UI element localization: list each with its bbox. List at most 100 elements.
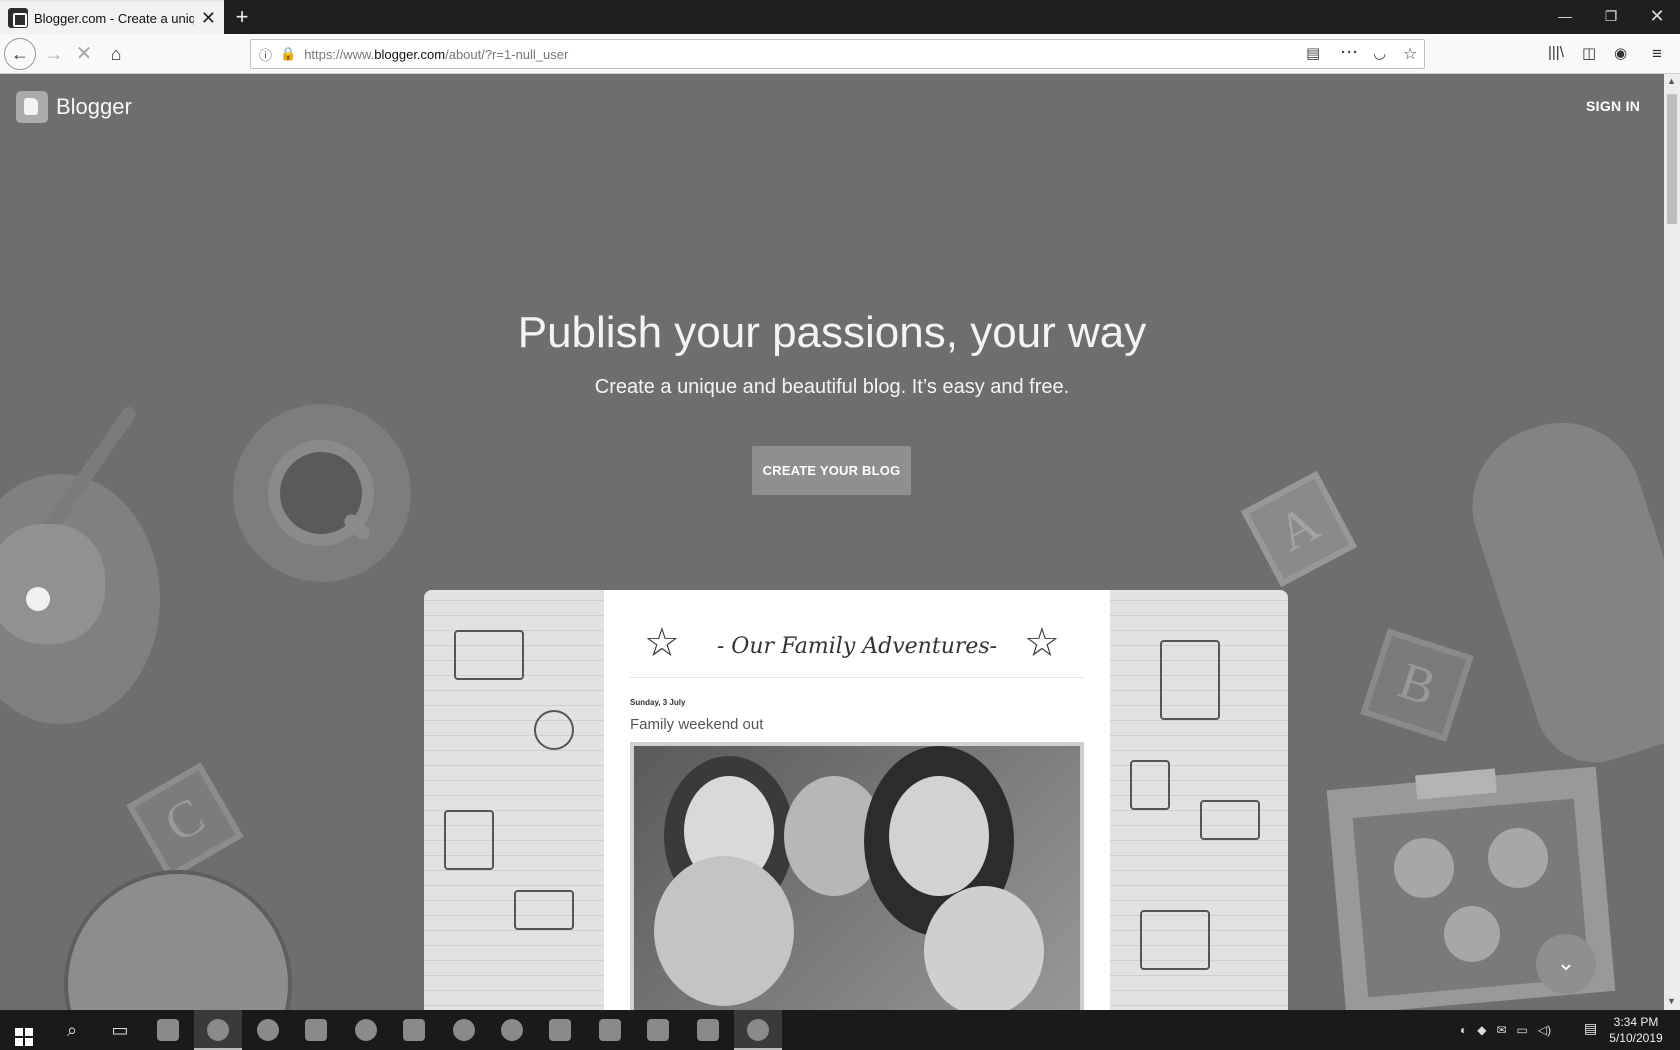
child-face [654, 856, 794, 1006]
page-scrollbar[interactable]: ▲ ▼ [1664, 74, 1680, 1010]
blogger-brand[interactable]: Blogger [16, 91, 132, 123]
scroll-up-arrow-icon[interactable]: ▲ [1667, 76, 1676, 86]
store-icon[interactable] [390, 1010, 438, 1050]
windows-taskbar: ⌕ ▭ ◐ ◆ ✉ ▭ ◁) ▤ 3:34 PM 5/10/2019 [0, 1010, 1680, 1050]
page-actions-icon[interactable]: ··· [1341, 44, 1359, 61]
firefox-icon[interactable] [244, 1010, 292, 1050]
blog-header: ☆ - Our Family Adventures- ☆ [630, 616, 1084, 678]
library-icon[interactable]: |||\ [1548, 44, 1564, 61]
account-icon[interactable]: ◉ [1614, 44, 1627, 62]
child-face [924, 886, 1044, 1010]
doodle-jar [1130, 760, 1170, 810]
visual-studio-icon[interactable] [634, 1010, 682, 1050]
pocket-icon[interactable]: ◡ [1373, 44, 1386, 62]
browser-navbar: ← → ✕ ⌂ ⓘ 🔒 https://www.blogger.com/abou… [0, 34, 1680, 74]
doodle-microwave [454, 630, 524, 680]
window-minimize-button[interactable]: — [1542, 0, 1588, 34]
address-bar[interactable]: ⓘ 🔒 https://www.blogger.com/about/?r=1-n… [250, 39, 1425, 69]
doodle-toaster [1200, 800, 1260, 840]
blog-title: - Our Family Adventures- [716, 634, 998, 659]
blog-page: ☆ - Our Family Adventures- ☆ Sunday, 3 J… [604, 590, 1110, 1010]
star-icon: ☆ [644, 621, 680, 665]
scroll-down-button[interactable]: ⌄ [1536, 934, 1596, 994]
back-button[interactable]: ← [4, 38, 36, 70]
tray-dropbox-icon[interactable]: ◆ [1477, 1023, 1486, 1037]
family-photo [630, 742, 1084, 1010]
sidebar-icon[interactable]: ◫ [1582, 44, 1596, 62]
firefox-active-icon[interactable] [734, 1010, 782, 1050]
tray-app-icon[interactable]: ◐ [1460, 1023, 1467, 1037]
hero-headline: Publish your passions, your way [517, 308, 1147, 357]
hero-subheading: Create a unique and beautiful blog. It’s… [594, 376, 1070, 398]
flower-decoration [0, 524, 105, 644]
tray-mail-icon[interactable]: ✉ [1496, 1023, 1506, 1037]
url-prefix: https://www. [304, 46, 375, 62]
doodle-pattern-left [424, 590, 604, 1010]
letter-block-c: C [126, 762, 244, 880]
stop-loading-button[interactable]: ✕ [68, 38, 100, 70]
pycharm-icon[interactable] [536, 1010, 584, 1050]
tab-close-icon[interactable]: ✕ [201, 9, 216, 27]
new-tab-button[interactable]: + [228, 3, 256, 31]
star-icon: ☆ [1024, 621, 1060, 665]
url-domain: blogger.com [374, 46, 446, 62]
create-your-blog-button[interactable]: CREATE YOUR BLOG [752, 446, 911, 495]
chrome-icon[interactable] [194, 1010, 242, 1050]
person-face [889, 776, 989, 896]
forward-button[interactable]: → [38, 38, 70, 70]
task-view-icon[interactable]: ▭ [96, 1010, 144, 1050]
family-face-decoration [1444, 906, 1500, 962]
tab-title: Blogger.com - Create a unique [34, 10, 194, 26]
reader-view-icon[interactable]: ▤ [1306, 44, 1320, 62]
file-explorer-icon[interactable] [144, 1010, 192, 1050]
post-title: Family weekend out [630, 716, 764, 733]
family-face-decoration [1394, 838, 1454, 898]
doodle-cloth [514, 890, 574, 930]
sign-in-link[interactable]: SIGN IN [1586, 98, 1640, 114]
settings-gear-icon[interactable] [440, 1010, 488, 1050]
letter-block-a: A [1240, 470, 1358, 588]
browser-titlebar: Blogger.com - Create a unique ✕ + — ❐ ✕ [0, 0, 1680, 34]
tab-blogger[interactable]: Blogger.com - Create a unique ✕ [0, 0, 224, 34]
bookmark-star-icon[interactable]: ☆ [1403, 44, 1417, 64]
save-disk-icon[interactable] [292, 1010, 340, 1050]
lock-icon: 🔒 [280, 46, 297, 61]
terminal-icon[interactable] [586, 1010, 634, 1050]
url-text[interactable]: https://www.blogger.com/about/?r=1-null_… [304, 47, 568, 62]
opera-icon[interactable] [488, 1010, 536, 1050]
terminal-icon[interactable] [684, 1010, 732, 1050]
scroll-down-arrow-icon[interactable]: ▼ [1667, 996, 1676, 1006]
clock-date: 5/10/2019 [1609, 1031, 1663, 1045]
scrollbar-thumb[interactable] [1667, 94, 1677, 224]
letter-block-b: B [1360, 628, 1474, 742]
search-icon[interactable]: ⌕ [48, 1010, 96, 1050]
network-icon[interactable]: ▭ [1517, 1023, 1528, 1037]
page-viewport: C A B Blogger SIGN IN Publish your passi… [0, 74, 1664, 1010]
site-info-icon[interactable]: ⓘ [259, 45, 272, 64]
flower-center-decoration [26, 587, 50, 611]
window-close-button[interactable]: ✕ [1634, 0, 1680, 34]
doodle-grocery-bag [1160, 640, 1220, 720]
system-tray: ◐ ◆ ✉ ▭ ◁) [1460, 1010, 1551, 1050]
brand-name: Blogger [56, 94, 132, 119]
family-face-decoration [1488, 828, 1548, 888]
blogger-favicon [8, 8, 28, 28]
doodle-laptop [1140, 910, 1210, 970]
doodle-cup [444, 810, 494, 870]
doodle-pattern-right [1110, 590, 1288, 1010]
windows-start-icon[interactable] [0, 1010, 48, 1050]
blogger-logo-icon [16, 91, 48, 123]
oven-mitt-decoration [1451, 402, 1664, 778]
soccer-ball-decoration [64, 870, 292, 1010]
taskbar-clock[interactable]: 3:34 PM 5/10/2019 [1596, 1014, 1676, 1046]
window-restore-button[interactable]: ❐ [1588, 0, 1634, 34]
blog-preview: ☆ - Our Family Adventures- ☆ Sunday, 3 J… [424, 590, 1288, 1010]
edge-icon[interactable] [342, 1010, 390, 1050]
volume-icon[interactable]: ◁) [1538, 1023, 1551, 1037]
url-path: /about/?r=1-null_user [445, 46, 569, 62]
clock-time: 3:34 PM [1613, 1015, 1659, 1029]
doodle-plate [534, 710, 574, 750]
hamburger-menu-icon[interactable]: ≡ [1652, 44, 1662, 64]
post-date: Sunday, 3 July [630, 698, 686, 707]
home-button[interactable]: ⌂ [100, 38, 132, 70]
